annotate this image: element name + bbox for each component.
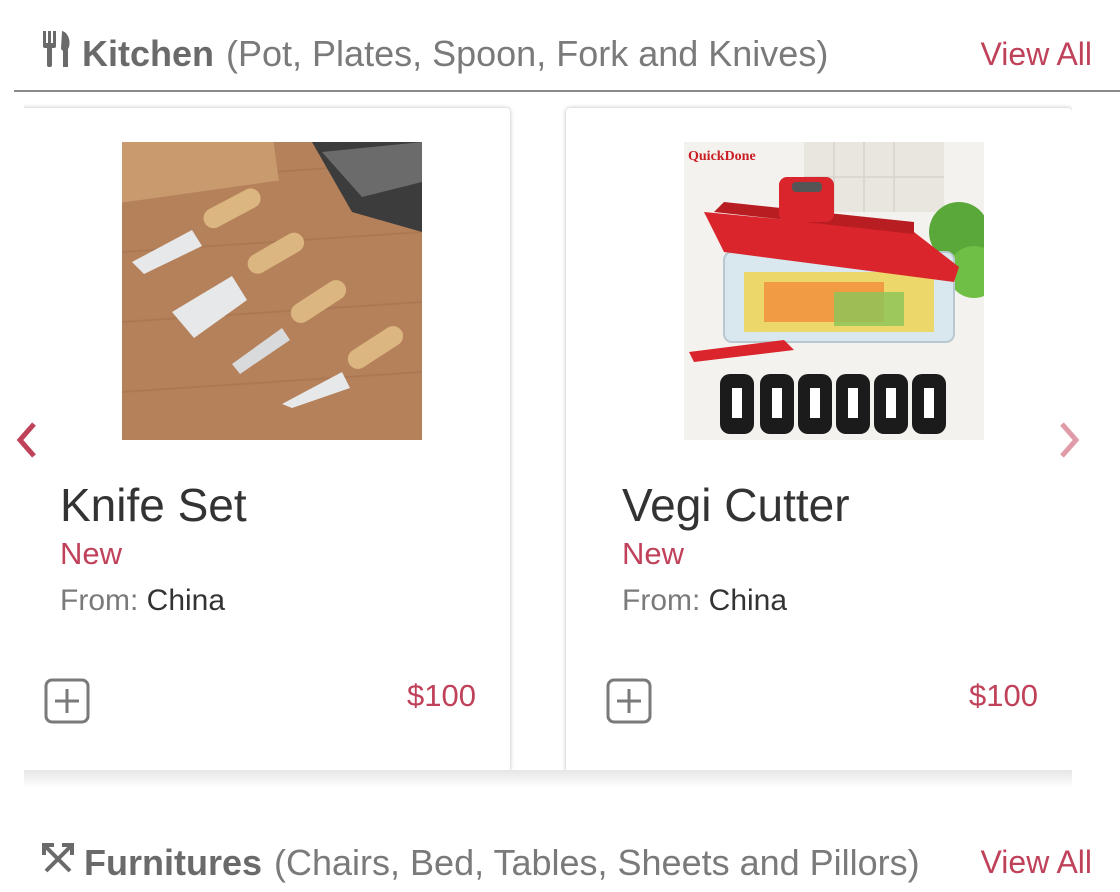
furnitures-subtitle: (Chairs, Bed, Tables, Sheets and Pillors… (274, 842, 920, 883)
utensils-icon (42, 31, 72, 76)
product-image-knife-set[interactable] (122, 142, 422, 440)
product-condition: New (622, 536, 685, 571)
add-to-cart-button[interactable] (606, 678, 652, 724)
product-price: $100 (407, 678, 476, 713)
product-carousel: Knife Set New From: China $100 QuickDone… (24, 92, 1072, 788)
product-card[interactable]: Knife Set New From: China $100 (24, 108, 510, 772)
chevron-right-icon (1060, 422, 1080, 458)
product-name[interactable]: Vegi Cutter (622, 478, 850, 532)
origin-value: China (708, 584, 788, 617)
carousel-prev-button[interactable] (12, 420, 42, 460)
plus-square-icon (44, 678, 90, 724)
kitchen-section-header: Kitchen (Pot, Plates, Spoon, Fork and Kn… (14, 0, 1120, 92)
origin-value: China (146, 584, 226, 617)
expand-arrows-icon (42, 842, 74, 884)
product-origin: From: China (622, 584, 787, 618)
origin-label: From: (60, 584, 139, 617)
origin-label: From: (622, 584, 701, 617)
product-image-vegi-cutter[interactable]: QuickDone (684, 142, 984, 440)
product-card[interactable]: QuickDone Vegi Cutter New From: China $1… (566, 108, 1072, 772)
furnitures-view-all-link[interactable]: View All (981, 844, 1092, 881)
carousel-next-button[interactable] (1054, 420, 1084, 460)
add-to-cart-button[interactable] (44, 678, 90, 724)
kitchen-subtitle: (Pot, Plates, Spoon, Fork and Knives) (226, 32, 829, 74)
product-name[interactable]: Knife Set (60, 478, 247, 532)
product-origin: From: China (60, 584, 225, 618)
kitchen-view-all-link[interactable]: View All (981, 36, 1092, 73)
furnitures-heading: Furnitures (Chairs, Bed, Tables, Sheets … (42, 842, 920, 884)
kitchen-title: Kitchen (82, 32, 215, 74)
product-condition: New (60, 536, 123, 571)
svg-text:QuickDone: QuickDone (688, 149, 756, 164)
carousel-shadow (24, 770, 1072, 788)
chevron-left-icon (16, 422, 36, 458)
furnitures-section-header: Furnitures (Chairs, Bed, Tables, Sheets … (14, 832, 1120, 892)
product-price: $100 (969, 678, 1038, 713)
plus-square-icon (606, 678, 652, 724)
kitchen-heading: Kitchen (Pot, Plates, Spoon, Fork and Kn… (42, 31, 828, 76)
furnitures-title: Furnitures (84, 842, 263, 883)
